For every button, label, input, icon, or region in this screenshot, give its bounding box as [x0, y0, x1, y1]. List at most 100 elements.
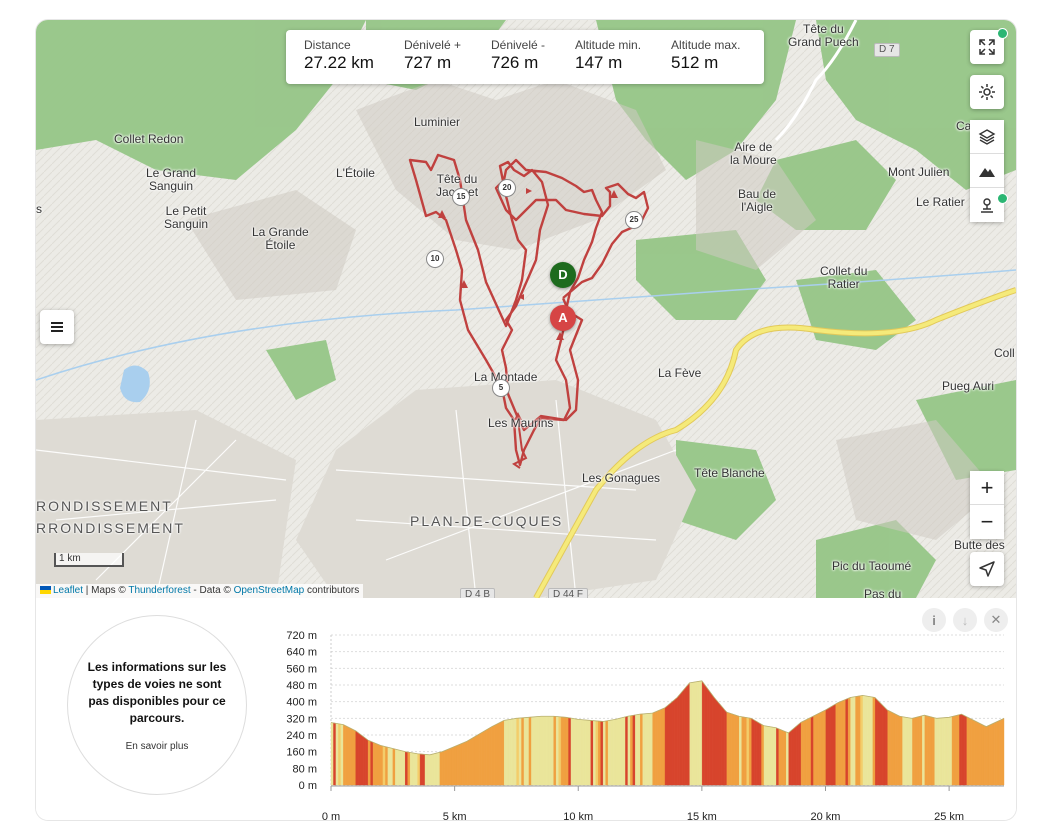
- profile-slice: [964, 715, 968, 786]
- profile-slice: [395, 748, 399, 786]
- profile-slice: [499, 721, 502, 786]
- thunderforest-link[interactable]: Thunderforest: [128, 585, 190, 596]
- profile-slice: [605, 720, 609, 786]
- y-tick-label: 640 m: [286, 647, 317, 659]
- profile-slice: [993, 721, 997, 786]
- profile-slice: [902, 716, 906, 786]
- profile-slice: [412, 752, 416, 786]
- navigation-arrow-icon: [979, 561, 995, 577]
- place-label: RONDISSEMENT: [36, 498, 173, 514]
- layers-icon: [978, 128, 996, 145]
- download-button[interactable]: ↓: [953, 608, 977, 632]
- locate-button[interactable]: [970, 552, 1004, 586]
- place-label: Le Ratier: [916, 195, 965, 209]
- zoom-out-button[interactable]: −: [970, 505, 1004, 539]
- profile-slice: [969, 717, 973, 786]
- y-tick-label: 720 m: [286, 630, 317, 642]
- close-button[interactable]: ✕: [984, 608, 1008, 632]
- km-marker[interactable]: 5: [492, 379, 510, 397]
- place-label: L'Étoile: [336, 166, 375, 180]
- stat-value: 147 m: [575, 53, 623, 72]
- profile-slice: [617, 717, 621, 786]
- profile-slice: [602, 720, 606, 786]
- profile-slice: [377, 744, 381, 786]
- profile-slice: [503, 719, 507, 786]
- settings-button[interactable]: [970, 75, 1004, 109]
- layers-button[interactable]: [970, 120, 1004, 154]
- profile-slice: [657, 709, 661, 786]
- map-view[interactable]: Tête du Grand Puech Collet Redon Le Grand…: [36, 20, 1016, 598]
- terrain-button[interactable]: [970, 154, 1004, 188]
- place-label: Les Gonagues: [582, 471, 661, 485]
- profile-slice: [424, 754, 428, 786]
- profile-slice: [731, 713, 735, 786]
- elevation-profile-chart[interactable]: 0 m 80 m 160 m 240 m 320 m 400 m 480 m 560 m 640…: [36, 598, 1016, 820]
- profile-slice: [496, 722, 500, 786]
- profile-slice: [353, 729, 356, 786]
- road-tag: D 4 B: [460, 588, 496, 598]
- x-tick-label: 20 km: [811, 811, 841, 820]
- profile-slice: [491, 725, 495, 786]
- end-pin[interactable]: A: [550, 305, 576, 331]
- profile-slice: [954, 715, 958, 786]
- osm-link[interactable]: OpenStreetMap: [234, 585, 305, 596]
- profile-slice: [674, 696, 678, 786]
- profile-slice: [555, 716, 559, 786]
- stat-distance: Distance 27.22 km: [304, 38, 374, 76]
- profile-slice: [672, 698, 676, 786]
- profile-slice: [409, 752, 413, 786]
- attribution-text: | Maps ©: [83, 585, 129, 596]
- km-marker[interactable]: 20: [498, 179, 516, 197]
- profile-slice: [984, 725, 987, 786]
- profile-slice: [528, 716, 532, 786]
- profile-slice: [825, 707, 829, 786]
- profile-slice: [830, 705, 834, 786]
- info-button[interactable]: i: [922, 608, 946, 632]
- profile-slice: [640, 713, 643, 786]
- y-tick-label: 0 m: [299, 780, 317, 792]
- elevation-panel: Les informations sur les types de voies …: [36, 598, 1016, 820]
- mountain-icon: [979, 167, 995, 177]
- km-marker[interactable]: 10: [426, 250, 444, 268]
- status-dot-icon: [997, 28, 1008, 39]
- zoom-control: + −: [970, 471, 1004, 539]
- profile-slice: [768, 726, 772, 786]
- profile-slice: [909, 717, 913, 786]
- profile-slice: [946, 716, 950, 786]
- km-marker[interactable]: 25: [625, 211, 643, 229]
- profile-slice: [365, 737, 369, 786]
- profile-slice: [417, 753, 421, 786]
- place-label: Les Maurins: [488, 416, 554, 430]
- profile-slice: [456, 744, 460, 786]
- profile-slice: [469, 737, 473, 786]
- profile-slice: [696, 680, 700, 786]
- y-tick-label: 160 m: [286, 747, 317, 759]
- profile-slice: [330, 722, 334, 786]
- profile-slice: [701, 680, 705, 786]
- start-pin[interactable]: D: [550, 262, 576, 288]
- attribution-text: contributors: [304, 585, 360, 596]
- profile-slice: [432, 753, 436, 786]
- profile-slice: [936, 717, 940, 786]
- y-tick-label: 480 m: [286, 680, 317, 692]
- profile-slice: [654, 710, 658, 786]
- profile-slice: [338, 723, 342, 786]
- profile-slice: [719, 703, 723, 786]
- profile-slice: [612, 719, 616, 786]
- profile-slice: [595, 720, 599, 786]
- profile-slice: [583, 719, 587, 786]
- profile-slice: [565, 717, 569, 786]
- profile-slice: [865, 695, 869, 786]
- zoom-in-button[interactable]: +: [970, 471, 1004, 505]
- profile-slice: [852, 696, 856, 786]
- leaflet-link[interactable]: Leaflet: [53, 585, 83, 596]
- km-marker[interactable]: 15: [452, 188, 470, 206]
- profile-slice: [949, 716, 953, 786]
- profile-slice: [734, 714, 737, 786]
- profile-slice: [367, 739, 371, 786]
- person-pin-icon: [981, 198, 993, 213]
- profile-slice: [526, 717, 530, 786]
- layers-menu-button[interactable]: [40, 310, 74, 344]
- profile-slice: [776, 727, 780, 786]
- profile-slice: [570, 717, 574, 786]
